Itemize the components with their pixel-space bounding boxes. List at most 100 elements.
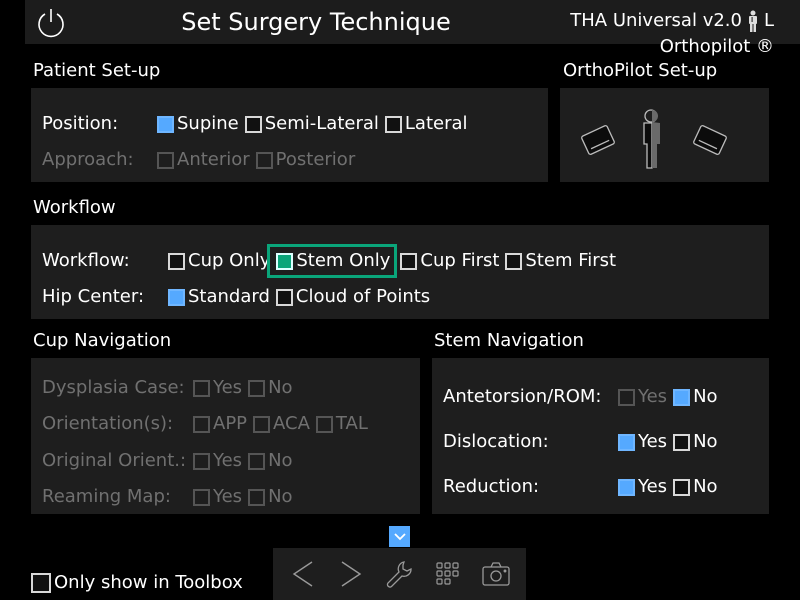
checkbox-box [248,488,266,506]
approach-row: Approach: Anterior Posterior [42,147,361,173]
checkbox-box [673,478,691,496]
checkbox-box [618,433,635,451]
checkbox-box [31,573,51,593]
dislocation-yes-checkbox[interactable]: Yes [618,430,667,454]
checkbox-box [168,252,185,270]
orientation-label: Orientation(s): [42,413,174,434]
collapse-toolbar-button[interactable] [389,526,410,547]
brand-label: Orthopilot ® [659,36,774,57]
reaming-map-no-checkbox: No [248,485,293,509]
checkbox-box [618,478,635,496]
checkbox-box [168,288,185,306]
antetorsion-label: Antetorsion/ROM: [443,386,602,407]
dysplasia-yes-checkbox: Yes [193,376,242,400]
original-orient-row: Original Orient.: Yes No [42,448,299,474]
anterior-checkbox: Anterior [157,148,250,172]
menu-grid-button[interactable] [431,557,465,591]
checkbox-box [157,115,174,133]
reduction-label: Reduction: [443,476,540,497]
checkbox-box [255,151,273,169]
dislocation-row: Dislocation: Yes No [443,429,724,455]
supine-checkbox[interactable]: Supine [157,112,239,136]
reaming-map-label: Reaming Map: [42,486,171,507]
hip-center-label: Hip Center: [42,286,145,307]
tools-button[interactable] [382,557,416,591]
app-checkbox: APP [193,412,247,436]
checkbox-box [384,115,402,133]
toolbox-only-row: Only show in Toolbox [31,570,249,596]
cup-navigation-title: Cup Navigation [33,330,172,351]
checkbox-box [193,379,210,397]
posterior-checkbox: Posterior [255,148,355,172]
back-icon [292,561,313,587]
standard-checkbox[interactable]: Standard [168,285,270,309]
bottom-toolbar [273,548,526,600]
patient-setup-title: Patient Set-up [33,60,161,81]
chevron-down-icon [393,532,406,540]
lateral-checkbox[interactable]: Lateral [384,112,468,136]
product-info: THA Universal v2.0 L [570,9,774,33]
checkbox-box [315,415,333,433]
camera-icon [482,562,510,586]
checkbox-box [248,379,266,397]
semi-lateral-checkbox[interactable]: Semi-Lateral [244,112,379,136]
grid-icon [436,562,459,585]
checkbox-box [618,388,635,406]
forward-button[interactable] [334,557,368,591]
checkbox-box [193,452,210,470]
checkbox-box [253,415,271,433]
workflow-row: Workflow: Cup Only Stem Only Cup First S… [42,244,622,278]
stem-only-checkbox[interactable]: Stem Only [267,244,398,278]
checkbox-box [275,288,293,306]
workflow-title: Workflow [33,197,116,218]
aca-checkbox: ACA [253,412,310,436]
checkbox-box [244,115,262,133]
checkbox-box [276,252,294,270]
product-name: THA Universal v2.0 [570,10,742,31]
original-orient-label: Original Orient.: [42,450,187,471]
hip-center-row: Hip Center: Standard Cloud of Points [42,284,436,310]
reduction-no-checkbox[interactable]: No [673,475,718,499]
dysplasia-no-checkbox: No [248,376,293,400]
checkbox-box [193,415,210,433]
cloud-of-points-checkbox[interactable]: Cloud of Points [275,285,430,309]
reaming-map-yes-checkbox: Yes [193,485,242,509]
screenshot-button[interactable] [479,557,513,591]
workflow-label: Workflow: [42,250,130,271]
orthopilot-setup-title: OrthoPilot Set-up [563,60,718,81]
camera-left-icon [581,125,615,155]
original-orient-no-checkbox: No [248,449,293,473]
stem-first-checkbox[interactable]: Stem First [505,249,616,273]
reduction-yes-checkbox[interactable]: Yes [618,475,667,499]
antetorsion-no-checkbox[interactable]: No [673,385,718,409]
checkbox-box [193,488,210,506]
side-indicator: L [763,10,774,31]
patient-figure-icon [748,10,757,32]
forward-icon [341,561,362,587]
checkbox-box [505,252,523,270]
stem-navigation-title: Stem Navigation [434,330,584,351]
checkbox-box [673,433,691,451]
checkbox-box [248,452,266,470]
checkbox-box [673,388,691,406]
toolbox-only-checkbox[interactable]: Only show in Toolbox [31,571,243,595]
reduction-row: Reduction: Yes No [443,474,724,500]
reaming-map-row: Reaming Map: Yes No [42,484,299,510]
wrench-icon [387,561,413,588]
orthopilot-setup-panel [560,88,769,182]
back-button[interactable] [286,557,320,591]
camera-right-icon [693,125,727,155]
cup-only-checkbox[interactable]: Cup Only [168,249,270,273]
checkbox-box [157,151,174,169]
position-row: Position: Supine Semi-Lateral Lateral [42,111,474,137]
dysplasia-row: Dysplasia Case: Yes No [42,375,299,401]
approach-label: Approach: [42,149,134,170]
antetorsion-row: Antetorsion/ROM: Yes No [443,384,724,410]
dislocation-no-checkbox[interactable]: No [673,430,718,454]
cup-first-checkbox[interactable]: Cup First [400,249,499,273]
antetorsion-yes-checkbox: Yes [618,385,667,409]
tal-checkbox: TAL [315,412,368,436]
half-patient-figure-icon [643,109,660,169]
position-label: Position: [42,113,119,134]
checkbox-box [400,252,418,270]
